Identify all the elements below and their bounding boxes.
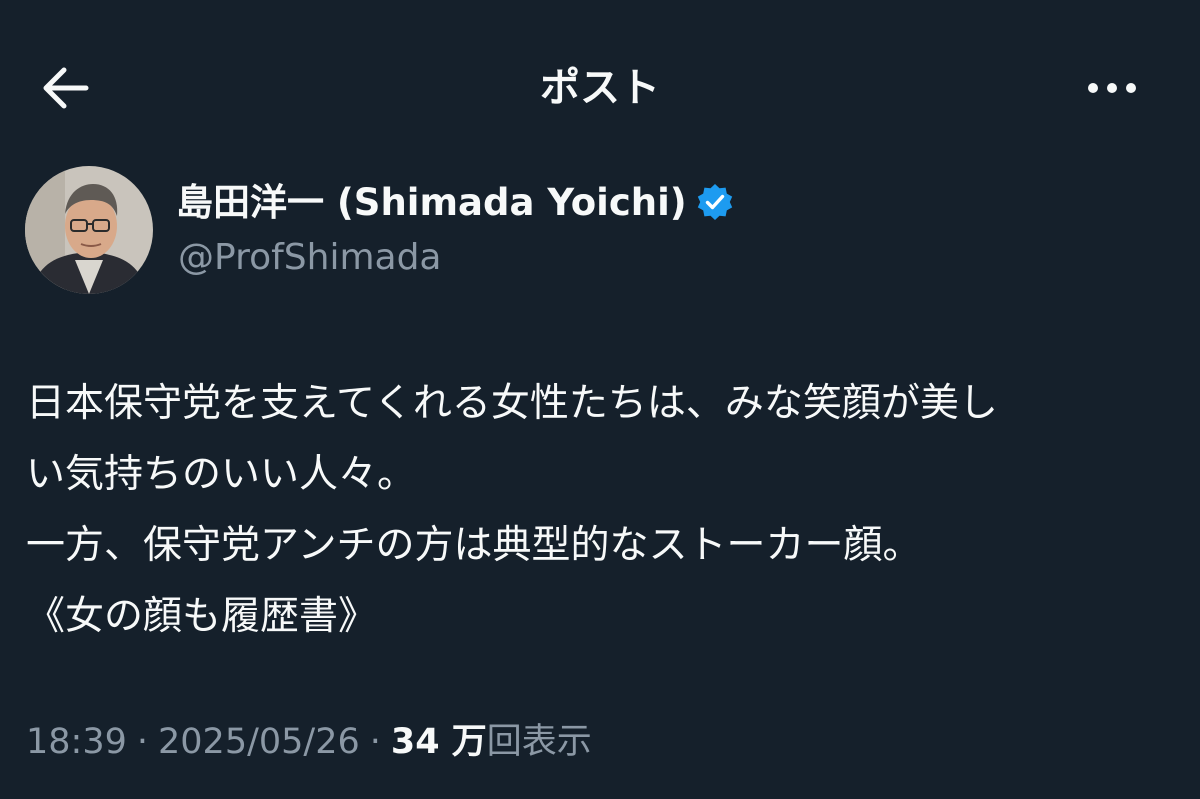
- top-navigation-bar: ポスト: [0, 40, 1200, 136]
- post-metadata: 18:39 · 2025/05/26 · 34 万回表示: [26, 720, 592, 764]
- views-label[interactable]: 回表示: [487, 722, 592, 762]
- more-options-button[interactable]: [1080, 68, 1144, 108]
- author-name[interactable]: 島田洋一 (Shimada Yoichi): [176, 180, 735, 226]
- arrow-left-icon: [43, 67, 89, 109]
- back-button[interactable]: [36, 60, 96, 116]
- author-handle[interactable]: @ProfShimada: [178, 236, 442, 280]
- post-time[interactable]: 18:39: [26, 722, 127, 762]
- post-detail-screen: ポスト 島田洋一 (Shimada Yoichi) @ProfShimada 日…: [0, 0, 1200, 799]
- post-text-line: 日本保守党を支えてくれる女性たちは、みな笑顔が美し: [26, 381, 998, 426]
- meta-separator: ·: [136, 722, 149, 762]
- views-count[interactable]: 34 万: [391, 722, 487, 762]
- post-text: 日本保守党を支えてくれる女性たちは、みな笑顔が美し い気持ちのいい人々。 一方、…: [26, 368, 1176, 652]
- post-text-line: 一方、保守党アンチの方は典型的なストーカー顔。: [26, 523, 922, 568]
- verified-badge-icon: [697, 184, 732, 220]
- post-text-line: 《女の顔も履歴書》: [26, 594, 378, 639]
- meta-separator: ·: [369, 722, 381, 762]
- post-date[interactable]: 2025/05/26: [158, 722, 360, 762]
- post-text-line: い気持ちのいい人々。: [26, 452, 417, 497]
- author-name-text: 島田洋一 (Shimada Yoichi): [176, 181, 687, 224]
- page-title: ポスト: [540, 65, 660, 111]
- more-horizontal-icon: [1088, 83, 1136, 93]
- avatar[interactable]: [25, 166, 153, 294]
- profile-photo-icon: [25, 166, 153, 294]
